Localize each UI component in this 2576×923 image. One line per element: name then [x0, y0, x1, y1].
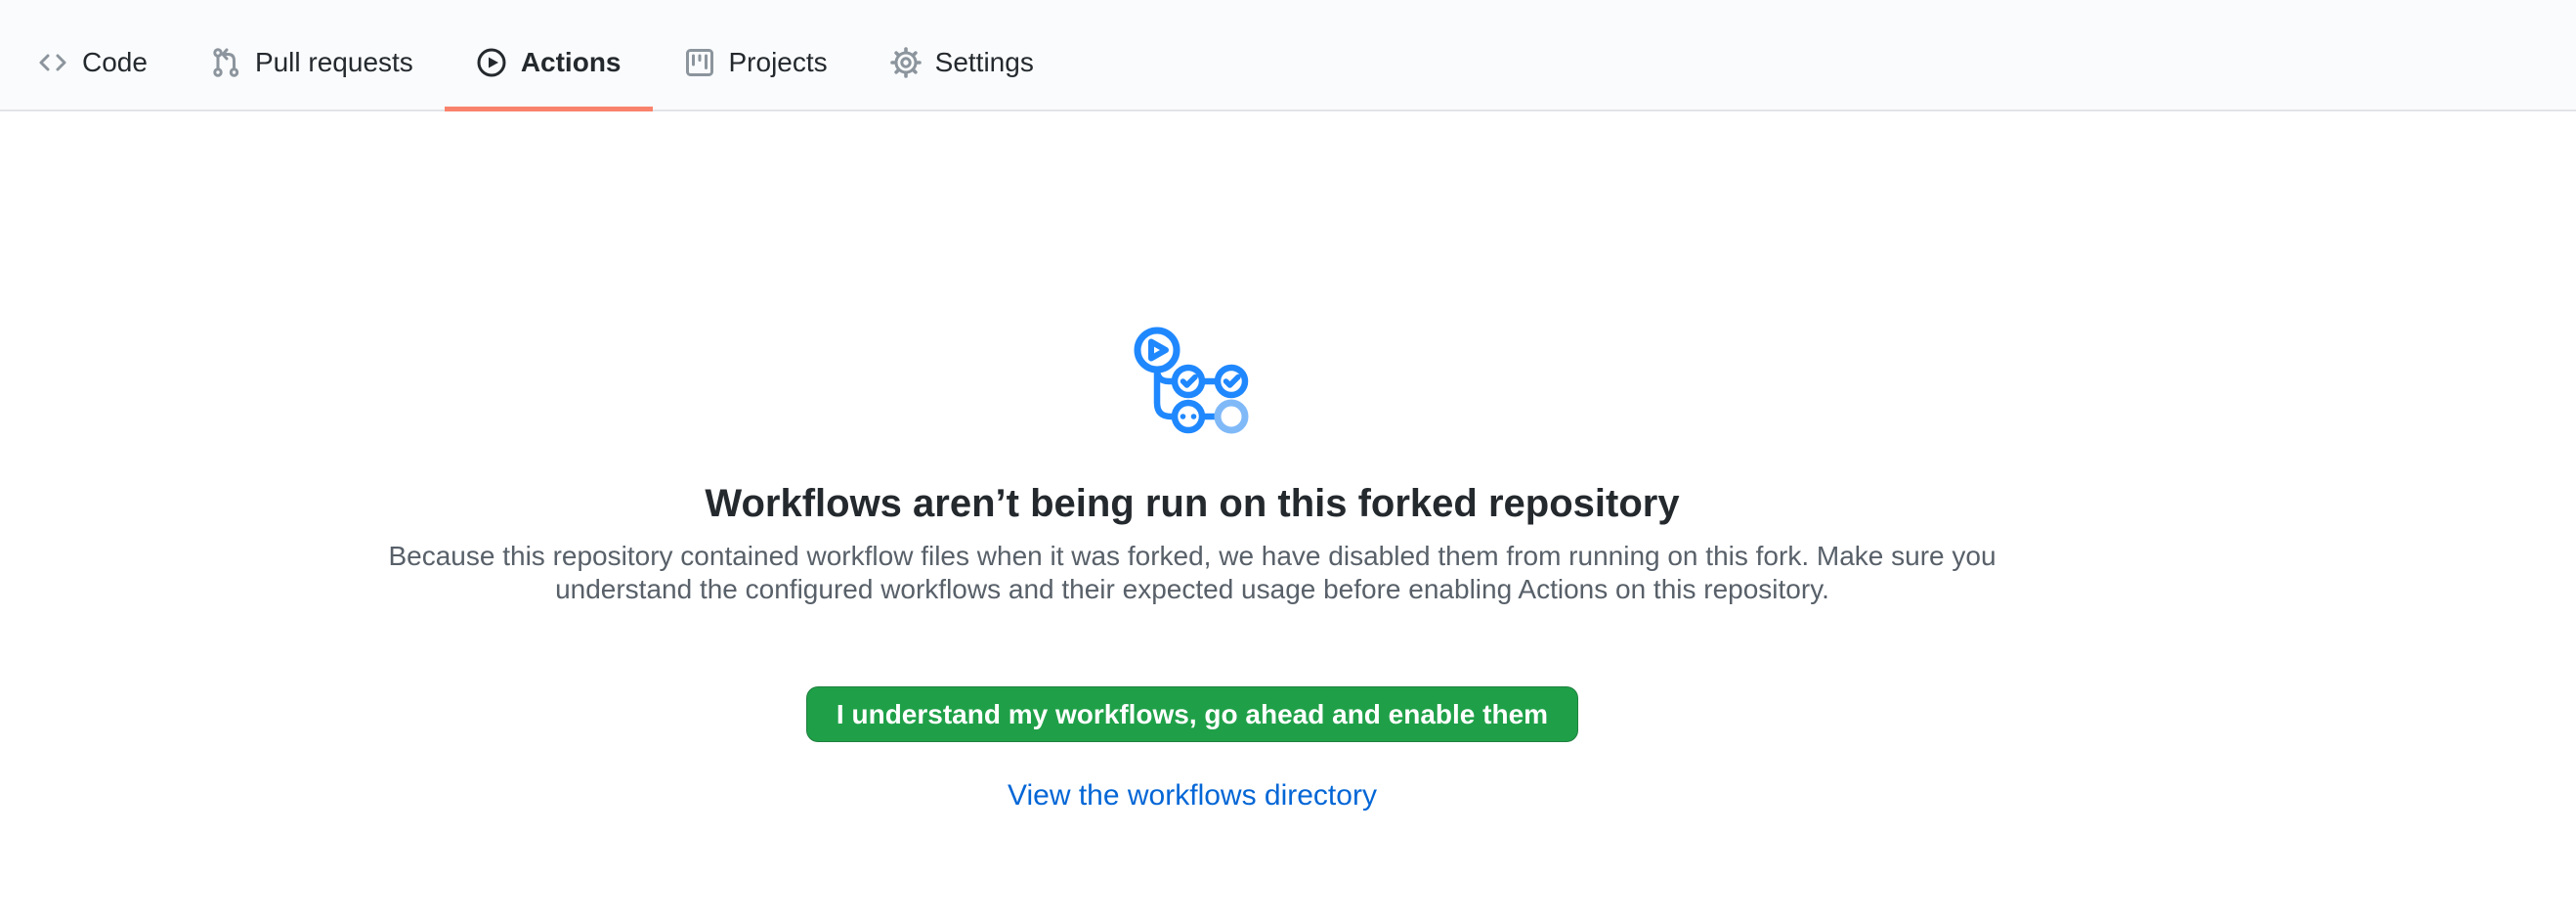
button-row: I understand my workflows, go ahead and …	[0, 606, 2384, 742]
tab-projects[interactable]: Projects	[653, 14, 859, 111]
code-icon	[37, 47, 68, 78]
enable-workflows-button[interactable]: I understand my workflows, go ahead and …	[806, 686, 1578, 742]
play-icon	[476, 47, 507, 78]
tab-label: Projects	[729, 49, 828, 76]
gear-icon	[890, 47, 922, 78]
tab-label: Settings	[935, 49, 1034, 76]
link-row: View the workflows directory	[0, 779, 2384, 813]
view-workflows-link[interactable]: View the workflows directory	[1008, 779, 1377, 812]
repo-nav: Code Pull requests	[0, 0, 2576, 111]
tab-code[interactable]: Code	[6, 14, 179, 111]
project-icon	[684, 47, 715, 78]
main-content: Workflows aren’t being run on this forke…	[0, 111, 2384, 813]
blankslate-heading: Workflows aren’t being run on this forke…	[0, 479, 2384, 528]
tab-label: Code	[82, 49, 148, 76]
git-pull-request-icon	[210, 47, 241, 78]
tab-label: Actions	[521, 49, 622, 76]
workflows-blankslate: Workflows aren’t being run on this forke…	[0, 327, 2384, 813]
tab-pull-requests[interactable]: Pull requests	[179, 14, 445, 111]
workflow-graph-icon	[0, 327, 2384, 434]
blankslate-description: Because this repository contained workfl…	[376, 540, 2008, 606]
tab-label: Pull requests	[255, 49, 413, 76]
tab-actions[interactable]: Actions	[445, 14, 653, 111]
actions-disabled-page: Code Pull requests	[0, 0, 2576, 923]
tab-settings[interactable]: Settings	[859, 14, 1065, 111]
